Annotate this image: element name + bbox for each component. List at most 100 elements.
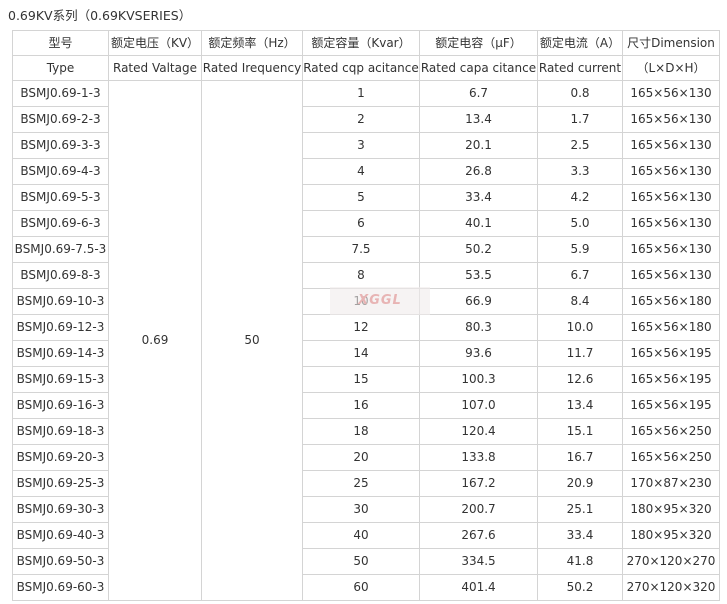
cell-dimension: 165×56×180 — [622, 288, 720, 315]
cell-dimension: 165×56×195 — [622, 392, 720, 419]
cell-current: 5.9 — [537, 236, 623, 263]
cell-capacitance: 120.4 — [419, 418, 538, 445]
cell-current: 12.6 — [537, 366, 623, 393]
cell-type: BSMJ0.69-14-3 — [12, 340, 109, 367]
cell-dimension: 165×56×130 — [622, 184, 720, 211]
header-current-cn: 额定电流（A） — [537, 30, 623, 56]
cell-current: 0.8 — [537, 80, 623, 107]
cell-capacitance: 20.1 — [419, 132, 538, 159]
cell-dimension: 270×120×320 — [622, 574, 720, 601]
cell-capacitance: 40.1 — [419, 210, 538, 237]
cell-type: BSMJ0.69-8-3 — [12, 262, 109, 289]
cell-capacitance: 13.4 — [419, 106, 538, 133]
cell-type: BSMJ0.69-15-3 — [12, 366, 109, 393]
cell-capacity: 2 — [302, 106, 420, 133]
cell-current: 5.0 — [537, 210, 623, 237]
cell-capacity: 6 — [302, 210, 420, 237]
cell-dimension: 165×56×130 — [622, 132, 720, 159]
cell-type: BSMJ0.69-4-3 — [12, 158, 109, 185]
cell-current: 41.8 — [537, 548, 623, 575]
cell-capacity: 14 — [302, 340, 420, 367]
header-frequency-cn: 额定频率（Hz） — [201, 30, 303, 56]
cell-type: BSMJ0.69-5-3 — [12, 184, 109, 211]
header-capacity-cn: 额定容量（Kvar） — [302, 30, 420, 56]
cell-capacity: 50 — [302, 548, 420, 575]
cell-type: BSMJ0.69-60-3 — [12, 574, 109, 601]
header-row-cn: 型号 额定电压（KV） 额定频率（Hz） 额定容量（Kvar） 额定电容（μF）… — [12, 30, 720, 56]
header-type-en: Type — [12, 55, 109, 81]
header-frequency-en: Rated Irequency — [201, 55, 303, 81]
cell-dimension: 165×56×250 — [622, 418, 720, 445]
cell-current: 3.3 — [537, 158, 623, 185]
header-row-en: Type Rated Valtage Rated Irequency Rated… — [12, 55, 720, 81]
cell-capacity: 7.5 — [302, 236, 420, 263]
cell-capacity: 30 — [302, 496, 420, 523]
header-current-en: Rated current — [537, 55, 623, 81]
cell-current: 1.7 — [537, 106, 623, 133]
cell-dimension: 165×56×130 — [622, 210, 720, 237]
cell-capacitance: 107.0 — [419, 392, 538, 419]
cell-dimension: 165×56×250 — [622, 444, 720, 471]
cell-dimension: 165×56×130 — [622, 236, 720, 263]
table-caption: 0.69KV系列（0.69KVSERIES） — [8, 8, 192, 23]
cell-type: BSMJ0.69-40-3 — [12, 522, 109, 549]
cell-capacitance: 33.4 — [419, 184, 538, 211]
cell-capacity: 60 — [302, 574, 420, 601]
cell-type: BSMJ0.69-16-3 — [12, 392, 109, 419]
cell-capacitance: 26.8 — [419, 158, 538, 185]
cell-current: 15.1 — [537, 418, 623, 445]
cell-current: 11.7 — [537, 340, 623, 367]
cell-capacity: 3 — [302, 132, 420, 159]
header-voltage-en: Rated Valtage — [108, 55, 202, 81]
cell-current: 8.4 — [537, 288, 623, 315]
cell-dimension: 165×56×195 — [622, 340, 720, 367]
capacitor-spec-table: 型号 额定电压（KV） 额定频率（Hz） 额定容量（Kvar） 额定电容（μF）… — [12, 30, 720, 601]
cell-capacitance: 167.2 — [419, 470, 538, 497]
cell-type: BSMJ0.69-6-3 — [12, 210, 109, 237]
cell-capacitance: 80.3 — [419, 314, 538, 341]
cell-dimension: 270×120×270 — [622, 548, 720, 575]
table-body: BSMJ0.69-1-3 0.69 50 1 6.7 0.8 165×56×130 BSMJ0… — [12, 80, 720, 601]
cell-type: BSMJ0.69-20-3 — [12, 444, 109, 471]
cell-type: BSMJ0.69-12-3 — [12, 314, 109, 341]
cell-capacity: 20 — [302, 444, 420, 471]
header-type-cn: 型号 — [12, 30, 109, 56]
cell-current: 20.9 — [537, 470, 623, 497]
header-capacitance-cn: 额定电容（μF） — [419, 30, 538, 56]
cell-dimension: 165×56×130 — [622, 80, 720, 107]
cell-dimension: 170×87×230 — [622, 470, 720, 497]
cell-current: 4.2 — [537, 184, 623, 211]
cell-capacity: 1 — [302, 80, 420, 107]
cell-capacitance: 334.5 — [419, 548, 538, 575]
cell-dimension: 165×56×130 — [622, 158, 720, 185]
cell-type: BSMJ0.69-50-3 — [12, 548, 109, 575]
cell-type: BSMJ0.69-10-3 — [12, 288, 109, 315]
cell-type: BSMJ0.69-25-3 — [12, 470, 109, 497]
cell-current: 13.4 — [537, 392, 623, 419]
cell-capacitance: 66.9 — [419, 288, 538, 315]
cell-capacity: 25 — [302, 470, 420, 497]
header-capacity-en: Rated cqp acitance — [302, 55, 420, 81]
cell-current: 6.7 — [537, 262, 623, 289]
cell-capacitance: 53.5 — [419, 262, 538, 289]
cell-frequency: 50 — [201, 80, 303, 601]
cell-capacitance: 50.2 — [419, 236, 538, 263]
cell-capacity: 16 — [302, 392, 420, 419]
cell-capacitance: 100.3 — [419, 366, 538, 393]
cell-capacitance: 401.4 — [419, 574, 538, 601]
cell-dimension: 180×95×320 — [622, 522, 720, 549]
cell-capacity: 4 — [302, 158, 420, 185]
cell-dimension: 165×56×180 — [622, 314, 720, 341]
cell-dimension: 180×95×320 — [622, 496, 720, 523]
header-voltage-cn: 额定电压（KV） — [108, 30, 202, 56]
header-dimension-cn: 尺寸Dimension — [622, 30, 720, 56]
cell-capacity: 12 — [302, 314, 420, 341]
cell-type: BSMJ0.69-7.5-3 — [12, 236, 109, 263]
cell-capacitance: 200.7 — [419, 496, 538, 523]
cell-type: BSMJ0.69-18-3 — [12, 418, 109, 445]
cell-current: 16.7 — [537, 444, 623, 471]
cell-capacity: 40 — [302, 522, 420, 549]
cell-voltage: 0.69 — [108, 80, 202, 601]
cell-current: 25.1 — [537, 496, 623, 523]
table-row: BSMJ0.69-1-3 0.69 50 1 6.7 0.8 165×56×130 — [12, 80, 720, 601]
